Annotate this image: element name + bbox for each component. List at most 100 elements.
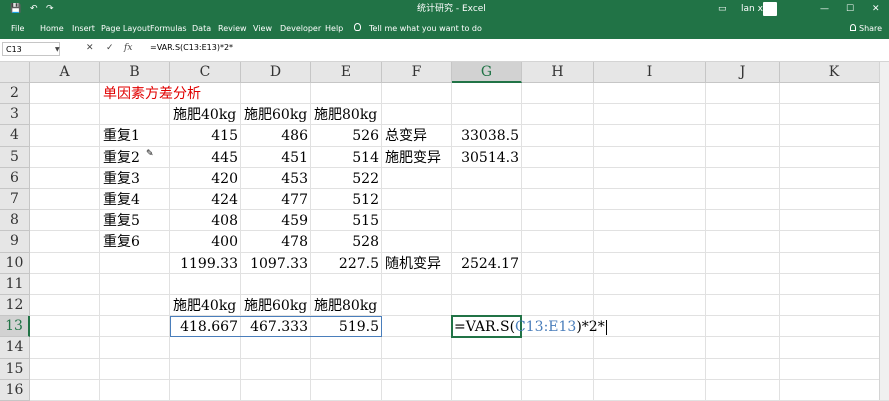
cell-b2[interactable]: 单因素方差分析 bbox=[103, 84, 201, 104]
cell-c4[interactable]: 415 bbox=[170, 126, 238, 146]
cell-c8[interactable]: 408 bbox=[170, 211, 238, 231]
cell-b7[interactable]: 重复4 bbox=[103, 190, 140, 210]
maximize-icon[interactable]: ☐ bbox=[846, 4, 854, 15]
vertical-scrollbar[interactable] bbox=[879, 62, 889, 400]
cell-g4[interactable]: 33038.5 bbox=[452, 126, 519, 146]
cell-d10[interactable]: 1097.33 bbox=[241, 254, 308, 274]
tab-insert[interactable]: Insert bbox=[72, 24, 95, 34]
column-header-k[interactable]: K bbox=[780, 62, 889, 83]
cell-g10[interactable]: 2524.17 bbox=[452, 254, 519, 274]
window-title: 统计研究 - Excel bbox=[417, 4, 486, 14]
column-header-h[interactable]: H bbox=[522, 62, 594, 83]
cell-e3[interactable]: 施肥80kg bbox=[314, 105, 377, 125]
avatar[interactable] bbox=[763, 2, 777, 16]
cell-c12[interactable]: 施肥40kg bbox=[173, 296, 236, 316]
tab-view[interactable]: View bbox=[253, 24, 272, 34]
cell-g13-editor[interactable]: =VAR.S(C13:E13)*2* bbox=[454, 317, 607, 337]
cell-e5[interactable]: 514 bbox=[311, 148, 379, 168]
column-header-i[interactable]: I bbox=[594, 62, 706, 83]
tab-data[interactable]: Data bbox=[192, 24, 211, 34]
tab-page-layout[interactable]: Page Layout bbox=[101, 24, 150, 34]
row-header-13[interactable]: 13 bbox=[0, 316, 30, 338]
cell-b5[interactable]: 重复2 bbox=[103, 148, 140, 168]
redo-icon[interactable]: ↷ bbox=[46, 4, 54, 15]
cell-b6[interactable]: 重复3 bbox=[103, 169, 140, 189]
tab-formulas[interactable]: Formulas bbox=[150, 24, 187, 34]
cell-d5[interactable]: 451 bbox=[241, 148, 308, 168]
row-header-10[interactable]: 10 bbox=[0, 252, 30, 274]
cell-d9[interactable]: 478 bbox=[241, 232, 308, 252]
close-icon[interactable]: ✕ bbox=[872, 4, 880, 15]
cell-e4[interactable]: 526 bbox=[311, 126, 379, 146]
column-header-c[interactable]: C bbox=[170, 62, 241, 83]
select-all-corner[interactable] bbox=[0, 62, 30, 83]
cell-e9[interactable]: 528 bbox=[311, 232, 379, 252]
cell-e6[interactable]: 522 bbox=[311, 169, 379, 189]
cell-b4[interactable]: 重复1 bbox=[103, 126, 140, 146]
row-header-2[interactable]: 2 bbox=[0, 83, 30, 105]
share-icon[interactable] bbox=[850, 24, 856, 31]
cell-c9[interactable]: 400 bbox=[170, 232, 238, 252]
cell-d7[interactable]: 477 bbox=[241, 190, 308, 210]
cell-f5[interactable]: 施肥变异 bbox=[385, 148, 441, 168]
row-header-5[interactable]: 5 bbox=[0, 146, 30, 168]
column-header-e[interactable]: E bbox=[311, 62, 382, 83]
save-icon[interactable]: 💾 bbox=[10, 4, 21, 15]
tab-help[interactable]: Help bbox=[325, 24, 343, 34]
cell-b8[interactable]: 重复5 bbox=[103, 211, 140, 231]
cell-c3[interactable]: 施肥40kg bbox=[173, 105, 236, 125]
row-header-9[interactable]: 9 bbox=[0, 231, 30, 253]
insert-function-icon[interactable]: fx bbox=[124, 43, 132, 53]
namebox-dropdown-icon[interactable]: ▼ bbox=[55, 46, 60, 53]
column-header-f[interactable]: F bbox=[382, 62, 452, 83]
column-header-a[interactable]: A bbox=[30, 62, 100, 83]
row-header-7[interactable]: 7 bbox=[0, 189, 30, 211]
cell-c10[interactable]: 1199.33 bbox=[170, 254, 238, 274]
row-header-6[interactable]: 6 bbox=[0, 167, 30, 189]
cell-c7[interactable]: 424 bbox=[170, 190, 238, 210]
tell-me-search[interactable]: Tell me what you want to do bbox=[369, 24, 482, 34]
row-header-3[interactable]: 3 bbox=[0, 104, 30, 126]
undo-icon[interactable]: ↶ bbox=[30, 4, 38, 15]
text-caret bbox=[605, 319, 607, 335]
cell-c6[interactable]: 420 bbox=[170, 169, 238, 189]
cell-f10[interactable]: 随机变异 bbox=[385, 254, 441, 274]
tab-home[interactable]: Home bbox=[40, 24, 64, 34]
row-header-15[interactable]: 15 bbox=[0, 358, 30, 380]
tab-file[interactable]: File bbox=[11, 24, 24, 34]
tab-review[interactable]: Review bbox=[218, 24, 247, 34]
user-name[interactable]: lan xl bbox=[741, 4, 765, 15]
column-header-g[interactable]: G bbox=[452, 62, 522, 83]
name-box[interactable]: C13 bbox=[2, 42, 60, 56]
minimize-icon[interactable]: — bbox=[820, 4, 829, 15]
cell-f4[interactable]: 总变异 bbox=[385, 126, 427, 146]
row-header-16[interactable]: 16 bbox=[0, 379, 30, 401]
cell-e12[interactable]: 施肥80kg bbox=[314, 296, 377, 316]
cell-e10[interactable]: 227.5 bbox=[311, 254, 379, 274]
enter-icon[interactable]: ✓ bbox=[106, 43, 114, 53]
column-header-d[interactable]: D bbox=[241, 62, 311, 83]
cell-b9[interactable]: 重复6 bbox=[103, 232, 140, 252]
cell-d4[interactable]: 486 bbox=[241, 126, 308, 146]
column-header-j[interactable]: J bbox=[706, 62, 780, 83]
lightbulb-icon[interactable] bbox=[354, 23, 361, 31]
column-header-b[interactable]: B bbox=[100, 62, 170, 83]
cell-d3[interactable]: 施肥60kg bbox=[244, 105, 307, 125]
row-header-8[interactable]: 8 bbox=[0, 210, 30, 232]
row-header-11[interactable]: 11 bbox=[0, 273, 30, 295]
row-header-4[interactable]: 4 bbox=[0, 125, 30, 147]
formula-input[interactable]: =VAR.S(C13:E13)*2* bbox=[150, 43, 233, 52]
tab-developer[interactable]: Developer bbox=[280, 24, 321, 34]
cell-d6[interactable]: 453 bbox=[241, 169, 308, 189]
cell-c5[interactable]: 445 bbox=[170, 148, 238, 168]
cancel-icon[interactable]: ✕ bbox=[86, 43, 94, 53]
cell-d8[interactable]: 459 bbox=[241, 211, 308, 231]
cell-d12[interactable]: 施肥60kg bbox=[244, 296, 307, 316]
row-header-12[interactable]: 12 bbox=[0, 295, 30, 317]
cell-e8[interactable]: 515 bbox=[311, 211, 379, 231]
cell-g5[interactable]: 30514.3 bbox=[452, 148, 519, 168]
cell-e7[interactable]: 512 bbox=[311, 190, 379, 210]
share-button[interactable]: Share bbox=[859, 24, 882, 34]
restore-ribbon-icon[interactable]: ▭ bbox=[718, 4, 727, 15]
row-header-14[interactable]: 14 bbox=[0, 337, 30, 359]
